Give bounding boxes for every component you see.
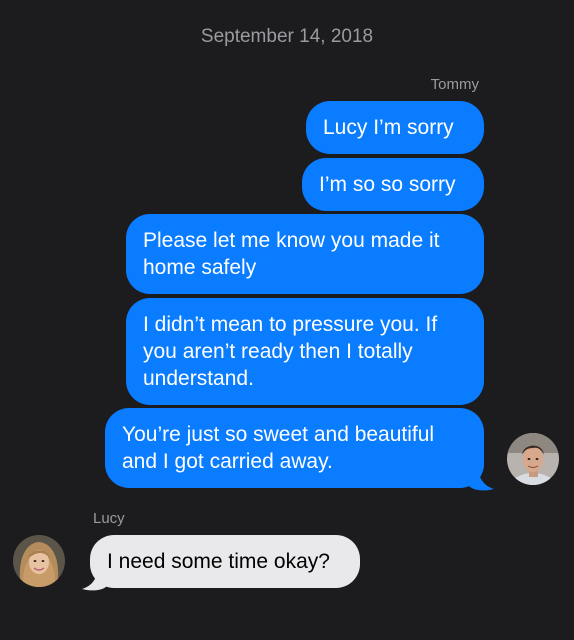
sender-name-lucy: Lucy [93, 510, 125, 527]
avatar-icon[interactable] [507, 433, 559, 485]
message-bubble-incoming[interactable]: I need some time okay? [90, 535, 360, 588]
lucy-avatar-image [13, 535, 65, 587]
avatar-icon[interactable] [13, 535, 65, 587]
sender-name-tommy: Tommy [430, 76, 479, 93]
tommy-avatar-image [507, 433, 559, 485]
conversation-date: September 14, 2018 [200, 26, 374, 47]
bubble-tail-incoming [82, 566, 108, 591]
message-bubble-outgoing[interactable]: You’re just so sweet and beautiful and I… [105, 408, 484, 488]
bubble-tail-outgoing [468, 466, 494, 491]
message-thread: September 14, 2018 Tommy Lucy I’m sorry … [0, 0, 574, 640]
message-bubble-outgoing[interactable]: I didn’t mean to pressure you. If you ar… [126, 298, 484, 405]
message-bubble-outgoing[interactable]: I’m so so sorry [302, 158, 484, 211]
message-bubble-outgoing[interactable]: Please let me know you made it home safe… [126, 214, 484, 294]
message-bubble-outgoing[interactable]: Lucy I’m sorry [306, 101, 484, 154]
